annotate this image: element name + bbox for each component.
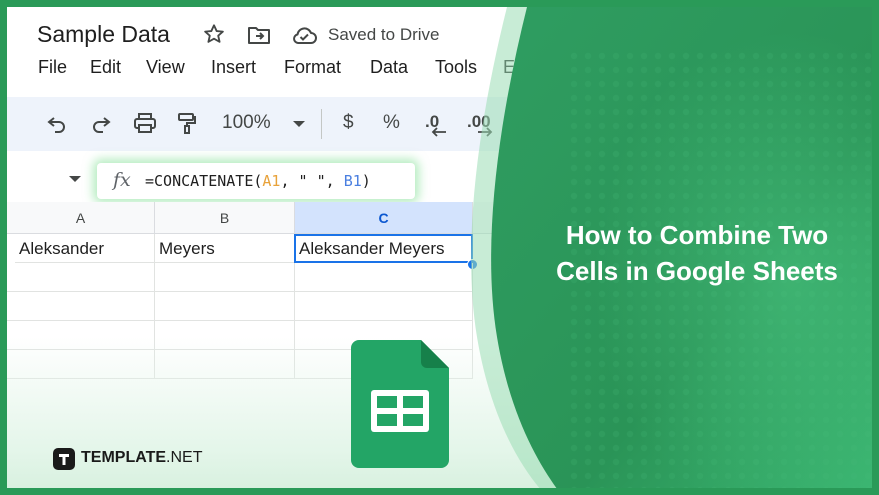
banner-frame: Sample Data Saved to Drive File Edit Vie…: [0, 0, 879, 495]
menu-file[interactable]: File: [38, 57, 67, 78]
column-header-b[interactable]: B: [155, 202, 295, 234]
cell-a4[interactable]: [7, 321, 155, 350]
column-header-c[interactable]: C: [295, 202, 473, 234]
formula-suffix: ): [361, 172, 371, 190]
undo-icon[interactable]: [45, 111, 69, 135]
zoom-dropdown-icon[interactable]: [293, 121, 305, 127]
menu-edit[interactable]: Edit: [90, 57, 121, 78]
formula-prefix: =CONCATENATE(: [145, 172, 263, 190]
cell-c5[interactable]: [295, 350, 473, 379]
paint-format-icon[interactable]: [175, 111, 199, 135]
menu-data[interactable]: Data: [370, 57, 408, 78]
cell-a1[interactable]: Aleksander: [15, 234, 155, 263]
formula-text: =CONCATENATE(A1, " ", B1): [145, 172, 371, 190]
toolbar: 100% $ % .0 .00 1: [7, 97, 567, 151]
cell-a2[interactable]: [7, 263, 155, 292]
toolbar-divider: [321, 109, 322, 139]
percent-button[interactable]: %: [383, 112, 400, 134]
document-title[interactable]: Sample Data: [37, 21, 170, 48]
formula-input[interactable]: fx =CONCATENATE(A1, " ", B1): [97, 163, 415, 199]
cell-b5[interactable]: [155, 350, 295, 379]
arrow-right-icon: [478, 127, 493, 137]
formula-ref-a1: A1: [262, 172, 281, 190]
cell-b4[interactable]: [155, 321, 295, 350]
menu-format[interactable]: Format: [284, 57, 341, 78]
cell-c4[interactable]: [295, 321, 473, 350]
cell-c1[interactable]: Aleksander Meyers: [294, 234, 473, 263]
menu-tools[interactable]: Tools: [435, 57, 477, 78]
cell-b2[interactable]: [155, 263, 295, 292]
cell-c3[interactable]: [295, 292, 473, 321]
more-formats-button[interactable]: 1: [511, 112, 522, 134]
menu-bar: File Edit View Insert Format Data Tools …: [7, 57, 607, 83]
cloud-done-icon[interactable]: [291, 25, 317, 45]
fx-icon: fx: [113, 169, 131, 191]
column-header-d[interactable]: [473, 202, 607, 234]
name-box-dropdown-icon[interactable]: [69, 176, 81, 182]
menu-insert[interactable]: Insert: [211, 57, 256, 78]
title-bar: Sample Data Saved to Drive: [7, 19, 607, 51]
column-header-a[interactable]: A: [7, 202, 155, 234]
cell-c2[interactable]: [295, 263, 473, 292]
save-status: Saved to Drive: [328, 25, 440, 44]
redo-icon[interactable]: [89, 111, 113, 135]
formula-ref-b1: B1: [343, 172, 362, 190]
cell-b1[interactable]: Meyers: [155, 234, 295, 263]
currency-button[interactable]: $: [343, 112, 354, 134]
zoom-select[interactable]: 100%: [222, 112, 271, 134]
menu-view[interactable]: View: [146, 57, 185, 78]
menu-extensions[interactable]: Exte: [503, 57, 539, 78]
formula-separator: , " ",: [280, 172, 344, 190]
spreadsheet-grid: A B C Aleksander Meyers Aleksander Meyer…: [7, 202, 607, 488]
arrow-left-icon: [431, 127, 446, 137]
cell-a3[interactable]: [7, 292, 155, 321]
cell-a5[interactable]: [7, 350, 155, 379]
star-icon[interactable]: [203, 23, 225, 45]
formula-bar: fx =CONCATENATE(A1, " ", B1): [7, 161, 607, 201]
sheets-window: Sample Data Saved to Drive File Edit Vie…: [7, 7, 872, 488]
folder-move-icon[interactable]: [247, 25, 271, 45]
cell-b3[interactable]: [155, 292, 295, 321]
print-icon[interactable]: [133, 111, 157, 135]
